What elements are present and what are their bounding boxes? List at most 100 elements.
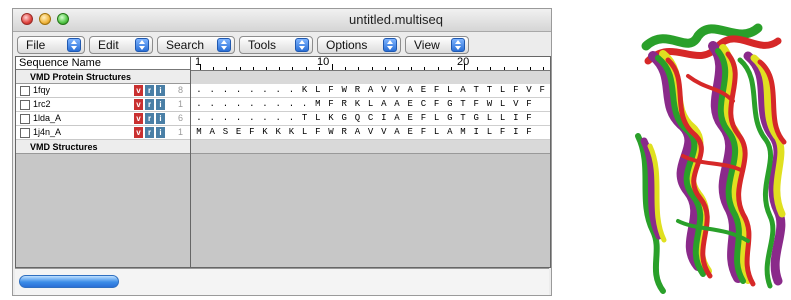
residue: T xyxy=(486,85,493,95)
residue: . xyxy=(301,99,308,109)
residue: E xyxy=(407,113,413,123)
residue: R xyxy=(354,85,361,95)
list-item[interactable]: 1lda_A v r i 6 xyxy=(16,112,190,126)
residue: V xyxy=(513,99,519,109)
ruler-tick xyxy=(490,67,492,70)
sequence-name: 1rc2 xyxy=(33,99,51,109)
residue: F xyxy=(433,85,440,95)
residue: L xyxy=(499,99,506,109)
sequence-checkbox[interactable] xyxy=(20,100,30,110)
residue: T xyxy=(460,99,466,109)
sequence-row[interactable]: ........KLFWRAVVAEFLATTLFVF xyxy=(191,84,550,98)
group-vmd-structures[interactable]: VMD Structures xyxy=(16,140,190,154)
representation-badge-icon[interactable]: r xyxy=(145,113,154,124)
residue: V xyxy=(367,127,374,137)
view-menu[interactable]: View xyxy=(405,36,469,54)
residue: V xyxy=(394,85,400,95)
residue: L xyxy=(433,127,440,137)
residue: L xyxy=(499,113,506,123)
residue: Q xyxy=(354,113,361,123)
residue: . xyxy=(275,85,281,95)
ruler-tick xyxy=(424,67,426,70)
sequence-checkbox[interactable] xyxy=(20,128,30,138)
sequence-checkbox[interactable] xyxy=(20,114,30,124)
sequence-count: 8 xyxy=(178,85,184,95)
residue: . xyxy=(209,113,215,123)
residue: . xyxy=(275,113,281,123)
residue: L xyxy=(301,127,308,137)
residue: . xyxy=(262,85,268,95)
ruler-tick xyxy=(200,64,201,70)
residue: E xyxy=(420,85,427,95)
file-menu-stepper-icon xyxy=(67,38,81,52)
residue: F xyxy=(328,85,334,95)
representation-badge-icon[interactable]: r xyxy=(145,127,154,138)
vmd-badge-icon[interactable]: v xyxy=(134,85,143,96)
representation-badge-icon[interactable]: r xyxy=(145,85,154,96)
view-menu-stepper-icon xyxy=(451,38,465,52)
sequence-name: 1fqy xyxy=(33,85,51,95)
edit-menu-stepper-icon xyxy=(135,38,149,52)
search-menu-label: Search xyxy=(166,38,205,52)
ruler-tick xyxy=(239,67,241,70)
sequence-row[interactable]: MASEFKKKLFWRAVVAEFLAMILFIF xyxy=(191,126,550,140)
residue: I xyxy=(513,113,519,123)
ruler-tick xyxy=(318,67,320,70)
info-badge-icon[interactable]: i xyxy=(156,85,165,96)
residue: F xyxy=(526,99,532,109)
vmd-badge-icon[interactable]: v xyxy=(134,127,143,138)
residue: L xyxy=(447,85,453,95)
sequence-count: 1 xyxy=(178,99,184,109)
residue: G xyxy=(341,113,347,123)
residue: . xyxy=(262,99,268,109)
ruler-tick xyxy=(332,64,333,70)
edit-menu[interactable]: Edit xyxy=(89,36,153,54)
residue: . xyxy=(222,99,229,109)
representation-badge-icon[interactable]: r xyxy=(145,99,154,110)
info-badge-icon[interactable]: i xyxy=(156,113,165,124)
residue: R xyxy=(341,99,347,109)
residue: . xyxy=(288,99,295,109)
residue: A xyxy=(367,85,374,95)
ruler-tick xyxy=(279,67,281,70)
residue: W xyxy=(328,127,334,137)
sequence-count: 1 xyxy=(178,127,184,137)
scrollbar-thumb[interactable] xyxy=(19,275,119,288)
residue: A xyxy=(209,127,215,137)
sequence-row[interactable]: ........TLKGQCIAEFLGTGLLIF xyxy=(191,112,550,126)
list-item[interactable]: 1rc2 v r i 1 xyxy=(16,98,190,112)
residue: A xyxy=(460,85,466,95)
residue: F xyxy=(328,99,334,109)
residue: . xyxy=(196,85,202,95)
ruler-tick xyxy=(503,67,505,70)
vmd-badge-icon[interactable]: v xyxy=(134,113,143,124)
group-band xyxy=(191,140,550,154)
options-menu[interactable]: Options xyxy=(317,36,401,54)
list-item[interactable]: 1j4n_A v r i 1 xyxy=(16,126,190,140)
sequence-checkbox[interactable] xyxy=(20,86,30,96)
ruler-tick xyxy=(398,67,399,70)
view-menu-label: View xyxy=(414,38,440,52)
residue: . xyxy=(209,99,215,109)
list-item[interactable]: 1fqy v r i 8 xyxy=(16,84,190,98)
edit-menu-label: Edit xyxy=(98,38,119,52)
ruler-tick xyxy=(464,64,465,70)
sequence-name-header[interactable]: Sequence Name xyxy=(16,57,190,70)
residue: K xyxy=(301,85,308,95)
search-menu-stepper-icon xyxy=(217,38,231,52)
ruler-tick xyxy=(252,67,254,70)
group-vmd-protein-structures[interactable]: VMD Protein Structures xyxy=(16,70,190,84)
info-badge-icon[interactable]: i xyxy=(156,127,165,138)
horizontal-scrollbar[interactable] xyxy=(15,268,549,295)
info-badge-icon[interactable]: i xyxy=(156,99,165,110)
group-band xyxy=(191,71,550,85)
tools-menu-stepper-icon xyxy=(295,38,309,52)
sequence-row[interactable]: .........MFRKLAAECFGTFWLVF xyxy=(191,98,550,112)
vmd-badge-icon[interactable]: v xyxy=(134,99,143,110)
tools-menu[interactable]: Tools xyxy=(239,36,313,54)
residue: K xyxy=(262,127,268,137)
search-menu[interactable]: Search xyxy=(157,36,235,54)
file-menu[interactable]: File xyxy=(17,36,85,54)
residue: M xyxy=(196,127,202,137)
residue: I xyxy=(513,127,519,137)
